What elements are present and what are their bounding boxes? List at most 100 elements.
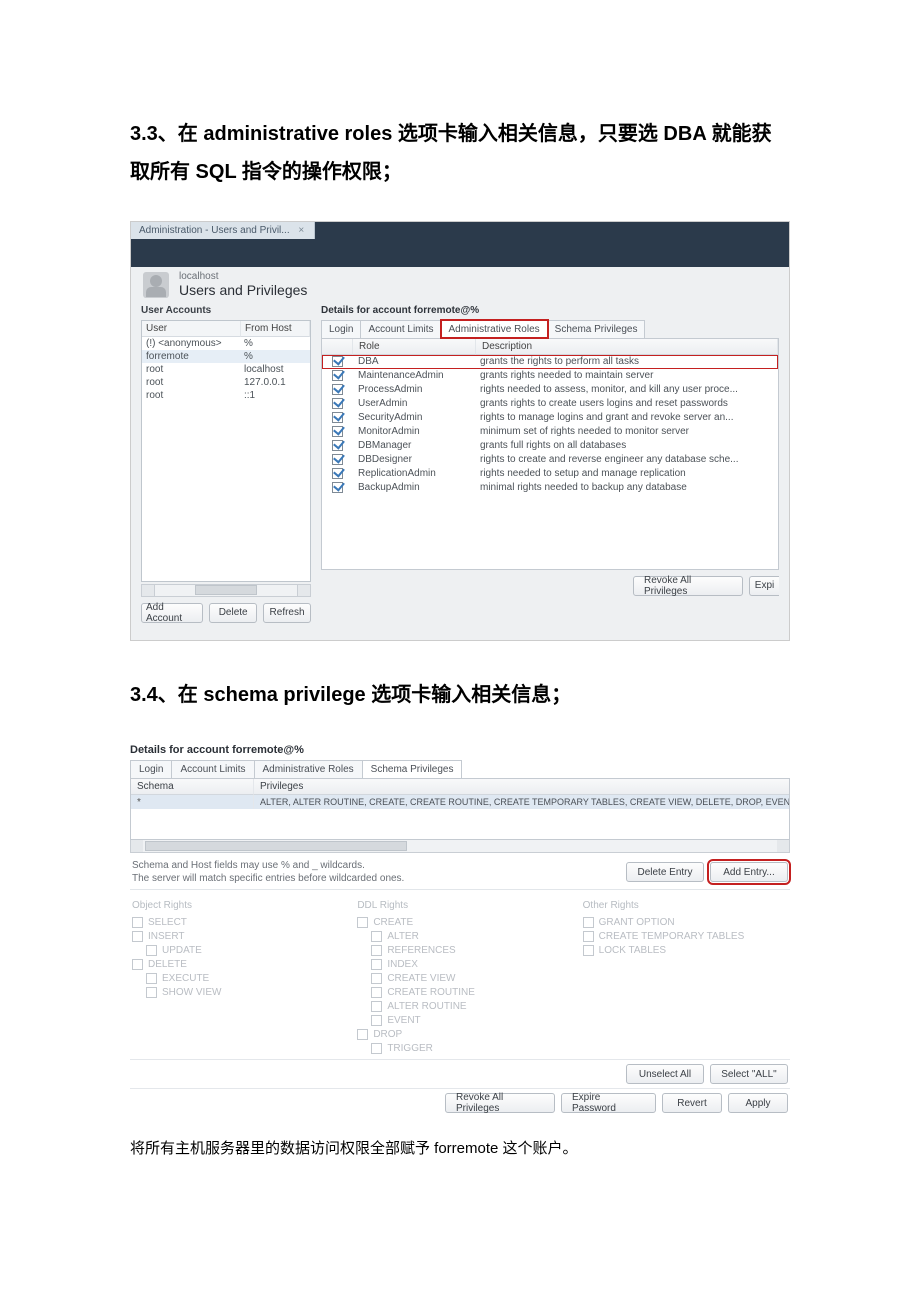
checkbox[interactable] [371,1043,382,1054]
details-title: Details for account forremote@% [321,305,779,316]
apply-button[interactable]: Apply [728,1093,788,1113]
col-privileges[interactable]: Privileges [254,779,789,795]
refresh-button[interactable]: Refresh [263,603,311,623]
col-from-host[interactable]: From Host [241,321,310,337]
tab-administrative-roles[interactable]: Administrative Roles [254,760,363,778]
document-tab[interactable]: Administration - Users and Privil... × [131,222,315,239]
checkbox[interactable] [132,917,143,928]
add-account-button[interactable]: Add Account [141,603,203,623]
checkbox[interactable] [371,1015,382,1026]
checkbox[interactable] [146,987,157,998]
checkbox[interactable] [583,945,594,956]
checkbox[interactable] [132,959,143,970]
role-row[interactable]: MaintenanceAdmin grants rights needed to… [322,369,778,383]
role-row[interactable]: DBDesigner rights to create and reverse … [322,453,778,467]
checkbox[interactable] [371,959,382,970]
role-row[interactable]: ProcessAdmin rights needed to assess, mo… [322,383,778,397]
expire-button-clipped[interactable]: Expi [749,576,779,596]
checkbox[interactable] [371,973,382,984]
add-entry-button[interactable]: Add Entry... [710,862,788,882]
section-heading-3-3: 3.3、在 administrative roles 选项卡输入相关信息，只要选… [130,115,790,191]
ddl-rights-title: DDL Rights [357,900,562,911]
checkbox[interactable] [357,1029,368,1040]
schema-table: Schema Privileges * ALTER, ALTER ROUTINE… [130,779,790,840]
checkbox[interactable] [583,917,594,928]
table-row[interactable]: forremote % [142,350,310,363]
horizontal-scrollbar[interactable] [130,840,790,853]
checkbox[interactable] [132,931,143,942]
details-title: Details for account forremote@% [130,744,790,756]
checkbox[interactable] [332,356,343,367]
object-rights-title: Object Rights [132,900,337,911]
scroll-left-icon[interactable] [131,840,143,852]
role-row[interactable]: ReplicationAdmin rights needed to setup … [322,467,778,481]
tab-schema-privileges[interactable]: Schema Privileges [547,320,646,338]
host-label: localhost [179,271,307,282]
user-accounts-table[interactable]: User From Host (!) <anonymous> % forremo… [141,320,311,582]
screenshot-schema-privileges: Details for account forremote@% Login Ac… [130,744,790,1117]
table-row[interactable]: root ::1 [142,389,310,402]
wildcard-hint: Schema and Host fields may use % and _ w… [132,859,620,885]
app-topbar: Administration - Users and Privil... × [131,222,789,267]
tab-login[interactable]: Login [130,760,172,778]
scrollbar-thumb[interactable] [195,585,257,595]
scrollbar-thumb[interactable] [145,841,407,851]
tab-schema-privileges[interactable]: Schema Privileges [362,760,463,778]
revoke-all-button[interactable]: Revoke All Privileges [633,576,743,596]
checkbox[interactable] [371,931,382,942]
revoke-all-button[interactable]: Revoke All Privileges [445,1093,555,1113]
tab-account-limits[interactable]: Account Limits [360,320,441,338]
checkbox[interactable] [146,973,157,984]
checkbox[interactable] [146,945,157,956]
user-accounts-title: User Accounts [141,305,311,316]
scroll-right-icon[interactable] [297,585,310,596]
col-user[interactable]: User [142,321,241,337]
checkbox[interactable] [332,482,343,493]
col-schema[interactable]: Schema [131,779,254,795]
checkbox[interactable] [357,917,368,928]
role-row[interactable]: BackupAdmin minimal rights needed to bac… [322,481,778,495]
delete-button[interactable]: Delete [209,603,257,623]
tab-login[interactable]: Login [321,320,361,338]
role-row[interactable]: SecurityAdmin rights to manage logins an… [322,411,778,425]
col-description[interactable]: Description [476,339,778,355]
tab-account-limits[interactable]: Account Limits [171,760,254,778]
role-row[interactable]: MonitorAdmin minimum set of rights neede… [322,425,778,439]
select-all-button[interactable]: Select "ALL" [710,1064,788,1084]
object-rights-group: Object Rights SELECT INSERT UPDATE DELET… [132,900,337,1055]
checkbox[interactable] [332,412,343,423]
role-row[interactable]: UserAdmin grants rights to create users … [322,397,778,411]
table-row[interactable]: root localhost [142,363,310,376]
scroll-left-icon[interactable] [142,585,155,596]
table-row[interactable]: (!) <anonymous> % [142,337,310,350]
checkbox[interactable] [332,370,343,381]
checkbox[interactable] [332,398,343,409]
delete-entry-button[interactable]: Delete Entry [626,862,704,882]
checkbox[interactable] [332,468,343,479]
close-icon[interactable]: × [298,225,304,236]
col-checkbox [322,339,353,355]
checkbox[interactable] [371,945,382,956]
checkbox[interactable] [332,426,343,437]
checkbox[interactable] [332,384,343,395]
unselect-all-button[interactable]: Unselect All [626,1064,704,1084]
col-role[interactable]: Role [353,339,476,355]
table-row[interactable]: root 127.0.0.1 [142,376,310,389]
tab-administrative-roles[interactable]: Administrative Roles [441,320,548,338]
scroll-right-icon[interactable] [777,840,789,852]
checkbox[interactable] [583,931,594,942]
role-row[interactable]: DBManager grants full rights on all data… [322,439,778,453]
details-tabstrip: Login Account Limits Administrative Role… [130,760,790,779]
checkbox[interactable] [371,987,382,998]
expire-password-button[interactable]: Expire Password [561,1093,656,1113]
checkbox[interactable] [371,1001,382,1012]
checkbox[interactable] [332,454,343,465]
document-tab-label: Administration - Users and Privil... [139,225,290,236]
other-rights-title: Other Rights [583,900,788,911]
horizontal-scrollbar[interactable] [141,584,311,597]
schema-row[interactable]: * ALTER, ALTER ROUTINE, CREATE, CREATE R… [131,795,789,809]
revert-button[interactable]: Revert [662,1093,722,1113]
checkbox[interactable] [332,440,343,451]
user-icon [143,272,169,298]
role-row-dba[interactable]: DBA grants the rights to perform all tas… [322,355,778,369]
